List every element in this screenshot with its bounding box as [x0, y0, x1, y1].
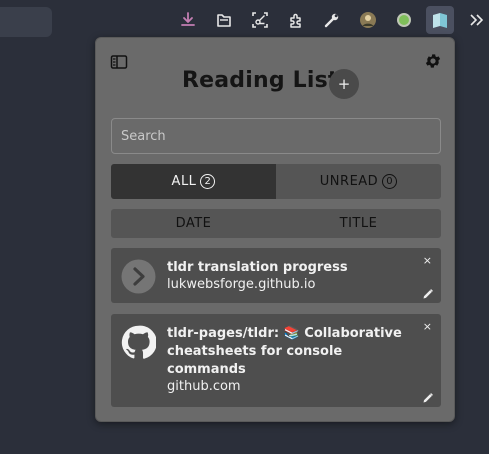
sort-title-button[interactable]: TITLE [276, 209, 441, 238]
close-icon[interactable]: × [423, 321, 432, 332]
extensions-icon[interactable] [284, 8, 308, 32]
page-title: Reading List [182, 68, 339, 93]
gear-icon[interactable] [424, 52, 442, 70]
profile-avatar-icon[interactable] [356, 8, 380, 32]
chevron-right-icon [121, 259, 156, 294]
list-item[interactable]: tldr translation progress lukwebsforge.g… [111, 248, 441, 303]
sort-bar: DATE TITLE [111, 209, 441, 238]
item-title[interactable]: tldr translation progress [167, 259, 407, 277]
downloads-icon[interactable] [176, 8, 200, 32]
sort-date-button[interactable]: DATE [111, 209, 276, 238]
tab-unread-count: 0 [382, 174, 398, 189]
tools-icon[interactable] [320, 8, 344, 32]
tab-unread-label: UNREAD [319, 174, 379, 189]
tab-all-count: 2 [200, 174, 216, 189]
reading-list-icon[interactable] [426, 6, 454, 34]
files-icon[interactable] [212, 8, 236, 32]
add-item-button[interactable]: + [329, 69, 359, 99]
status-dot-icon[interactable] [392, 8, 416, 32]
edit-icon[interactable] [422, 285, 434, 299]
list-item[interactable]: tldr-pages/tldr: 📚 Collaborative cheatsh… [111, 314, 441, 407]
address-bar[interactable] [0, 7, 52, 37]
browser-toolbar [0, 0, 489, 38]
reading-list-popup: Reading List + ALL 2 UNREAD 0 DATE TITLE… [95, 37, 455, 422]
filter-tabs: ALL 2 UNREAD 0 [111, 164, 441, 199]
tab-all-label: ALL [171, 174, 197, 189]
tab-unread[interactable]: UNREAD 0 [276, 164, 441, 199]
tab-all[interactable]: ALL 2 [111, 164, 276, 199]
overflow-icon[interactable] [464, 8, 488, 32]
close-icon[interactable]: × [423, 255, 432, 266]
search-input[interactable] [111, 118, 441, 154]
screenshot-icon[interactable] [248, 8, 272, 32]
edit-icon[interactable] [422, 389, 434, 403]
item-domain: lukwebsforge.github.io [167, 277, 316, 292]
item-title[interactable]: tldr-pages/tldr: 📚 Collaborative cheatsh… [167, 325, 407, 379]
github-icon [121, 325, 157, 360]
sidebar-toggle-icon[interactable] [110, 54, 128, 70]
item-domain: github.com [167, 379, 241, 394]
